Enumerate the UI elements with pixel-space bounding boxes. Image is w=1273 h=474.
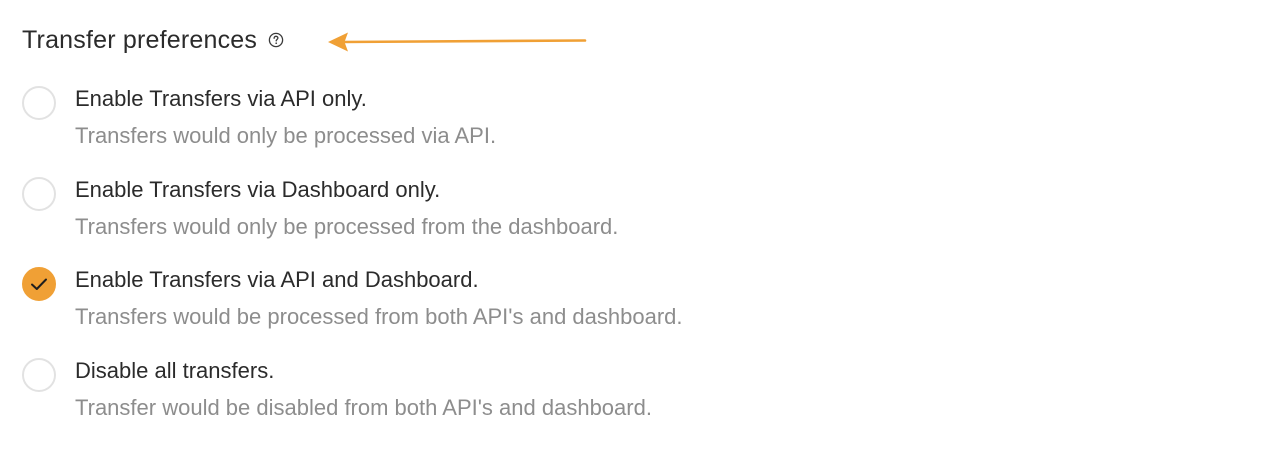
option-label: Enable Transfers via Dashboard only.	[75, 176, 441, 202]
option-label: Disable all transfers.	[75, 357, 275, 383]
radio-button[interactable]	[22, 176, 56, 211]
section-header: Transfer preferences	[22, 20, 285, 60]
option-api-and-dashboard[interactable]: Enable Transfers via API and Dashboard. …	[22, 263, 1022, 354]
option-label: Enable Transfers via API only.	[75, 86, 367, 111]
transfer-options-radio-group: Enable Transfers via API only. Transfers…	[22, 82, 1022, 444]
option-disable-all[interactable]: Disable all transfers. Transfer would be…	[22, 354, 1022, 445]
option-description: Transfers would be processed from both A…	[75, 304, 683, 329]
radio-button[interactable]	[22, 86, 56, 120]
option-description: Transfers would only be processed from t…	[75, 213, 619, 239]
help-circle-icon[interactable]	[267, 31, 285, 49]
option-api-only[interactable]: Enable Transfers via API only. Transfers…	[22, 82, 1022, 173]
option-description: Transfer would be disabled from both API…	[75, 394, 652, 420]
transfer-preferences-panel: Transfer preferences Enable Transfers vi…	[0, 0, 1273, 474]
arrow-left-icon	[328, 32, 587, 52]
option-dashboard-only[interactable]: Enable Transfers via Dashboard only. Tra…	[22, 173, 1022, 264]
option-label: Enable Transfers via API and Dashboard.	[75, 267, 479, 292]
section-title: Transfer preferences	[22, 25, 258, 54]
option-description: Transfers would only be processed via AP…	[75, 123, 497, 148]
radio-button[interactable]	[22, 357, 56, 392]
checkmark-icon	[31, 278, 47, 290]
radio-button[interactable]	[22, 267, 56, 301]
